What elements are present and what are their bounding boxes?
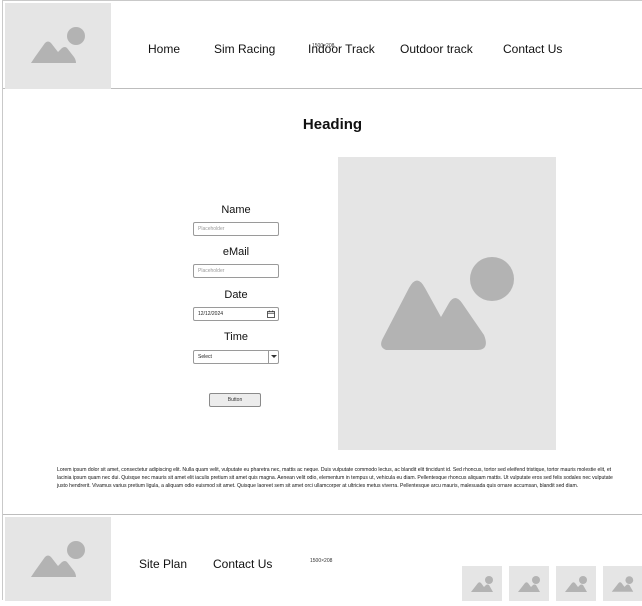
email-field[interactable]: Placeholder	[193, 264, 279, 278]
main-image-placeholder[interactable]	[338, 157, 556, 450]
header-size-note: 1500×208	[312, 43, 335, 49]
image-icon	[381, 257, 514, 350]
footer-site-plan-link[interactable]: Site Plan	[139, 557, 187, 571]
image-icon	[611, 576, 634, 592]
footer-size-note: 1500×208	[310, 558, 333, 564]
name-field[interactable]: Placeholder	[193, 222, 279, 236]
nav-home[interactable]: Home	[148, 42, 180, 56]
time-select[interactable]: Select	[193, 350, 279, 364]
footer-thumbnail-4[interactable]	[603, 566, 642, 601]
name-label: Name	[221, 204, 251, 216]
date-label: Date	[224, 289, 248, 301]
image-icon	[565, 576, 587, 592]
image-icon	[31, 541, 85, 577]
page-heading: Heading	[302, 116, 363, 133]
chevron-down-icon[interactable]	[268, 351, 278, 363]
footer-thumbnail-2[interactable]	[509, 566, 549, 601]
calendar-icon[interactable]	[267, 310, 275, 318]
site-footer: Site Plan Contact Us 1500×208	[3, 514, 642, 601]
footer-contact-us-link[interactable]: Contact Us	[213, 557, 272, 571]
footer-thumbnail-1[interactable]	[462, 566, 502, 601]
time-label: Time	[223, 331, 249, 343]
footer-logo-placeholder[interactable]	[5, 517, 111, 601]
nav-sim-racing[interactable]: Sim Racing	[214, 42, 275, 56]
image-icon	[31, 27, 85, 63]
email-label: eMail	[222, 246, 250, 258]
submit-button[interactable]: Button	[209, 393, 261, 407]
logo-image-placeholder[interactable]	[5, 3, 111, 89]
body-paragraph: Lorem ipsum dolor sit amet, consectetur …	[57, 467, 613, 489]
date-field[interactable]: 12/12/2024	[193, 307, 279, 321]
time-select-value: Select	[198, 354, 212, 360]
image-icon	[471, 576, 493, 592]
nav-contact-us[interactable]: Contact Us	[503, 42, 562, 56]
image-icon	[518, 576, 540, 592]
nav-outdoor-track[interactable]: Outdoor track	[400, 42, 473, 56]
date-value: 12/12/2024	[198, 311, 224, 317]
footer-thumbnail-3[interactable]	[556, 566, 596, 601]
site-header: Home Sim Racing Indoor Track 1500×208 Ou…	[3, 0, 642, 89]
